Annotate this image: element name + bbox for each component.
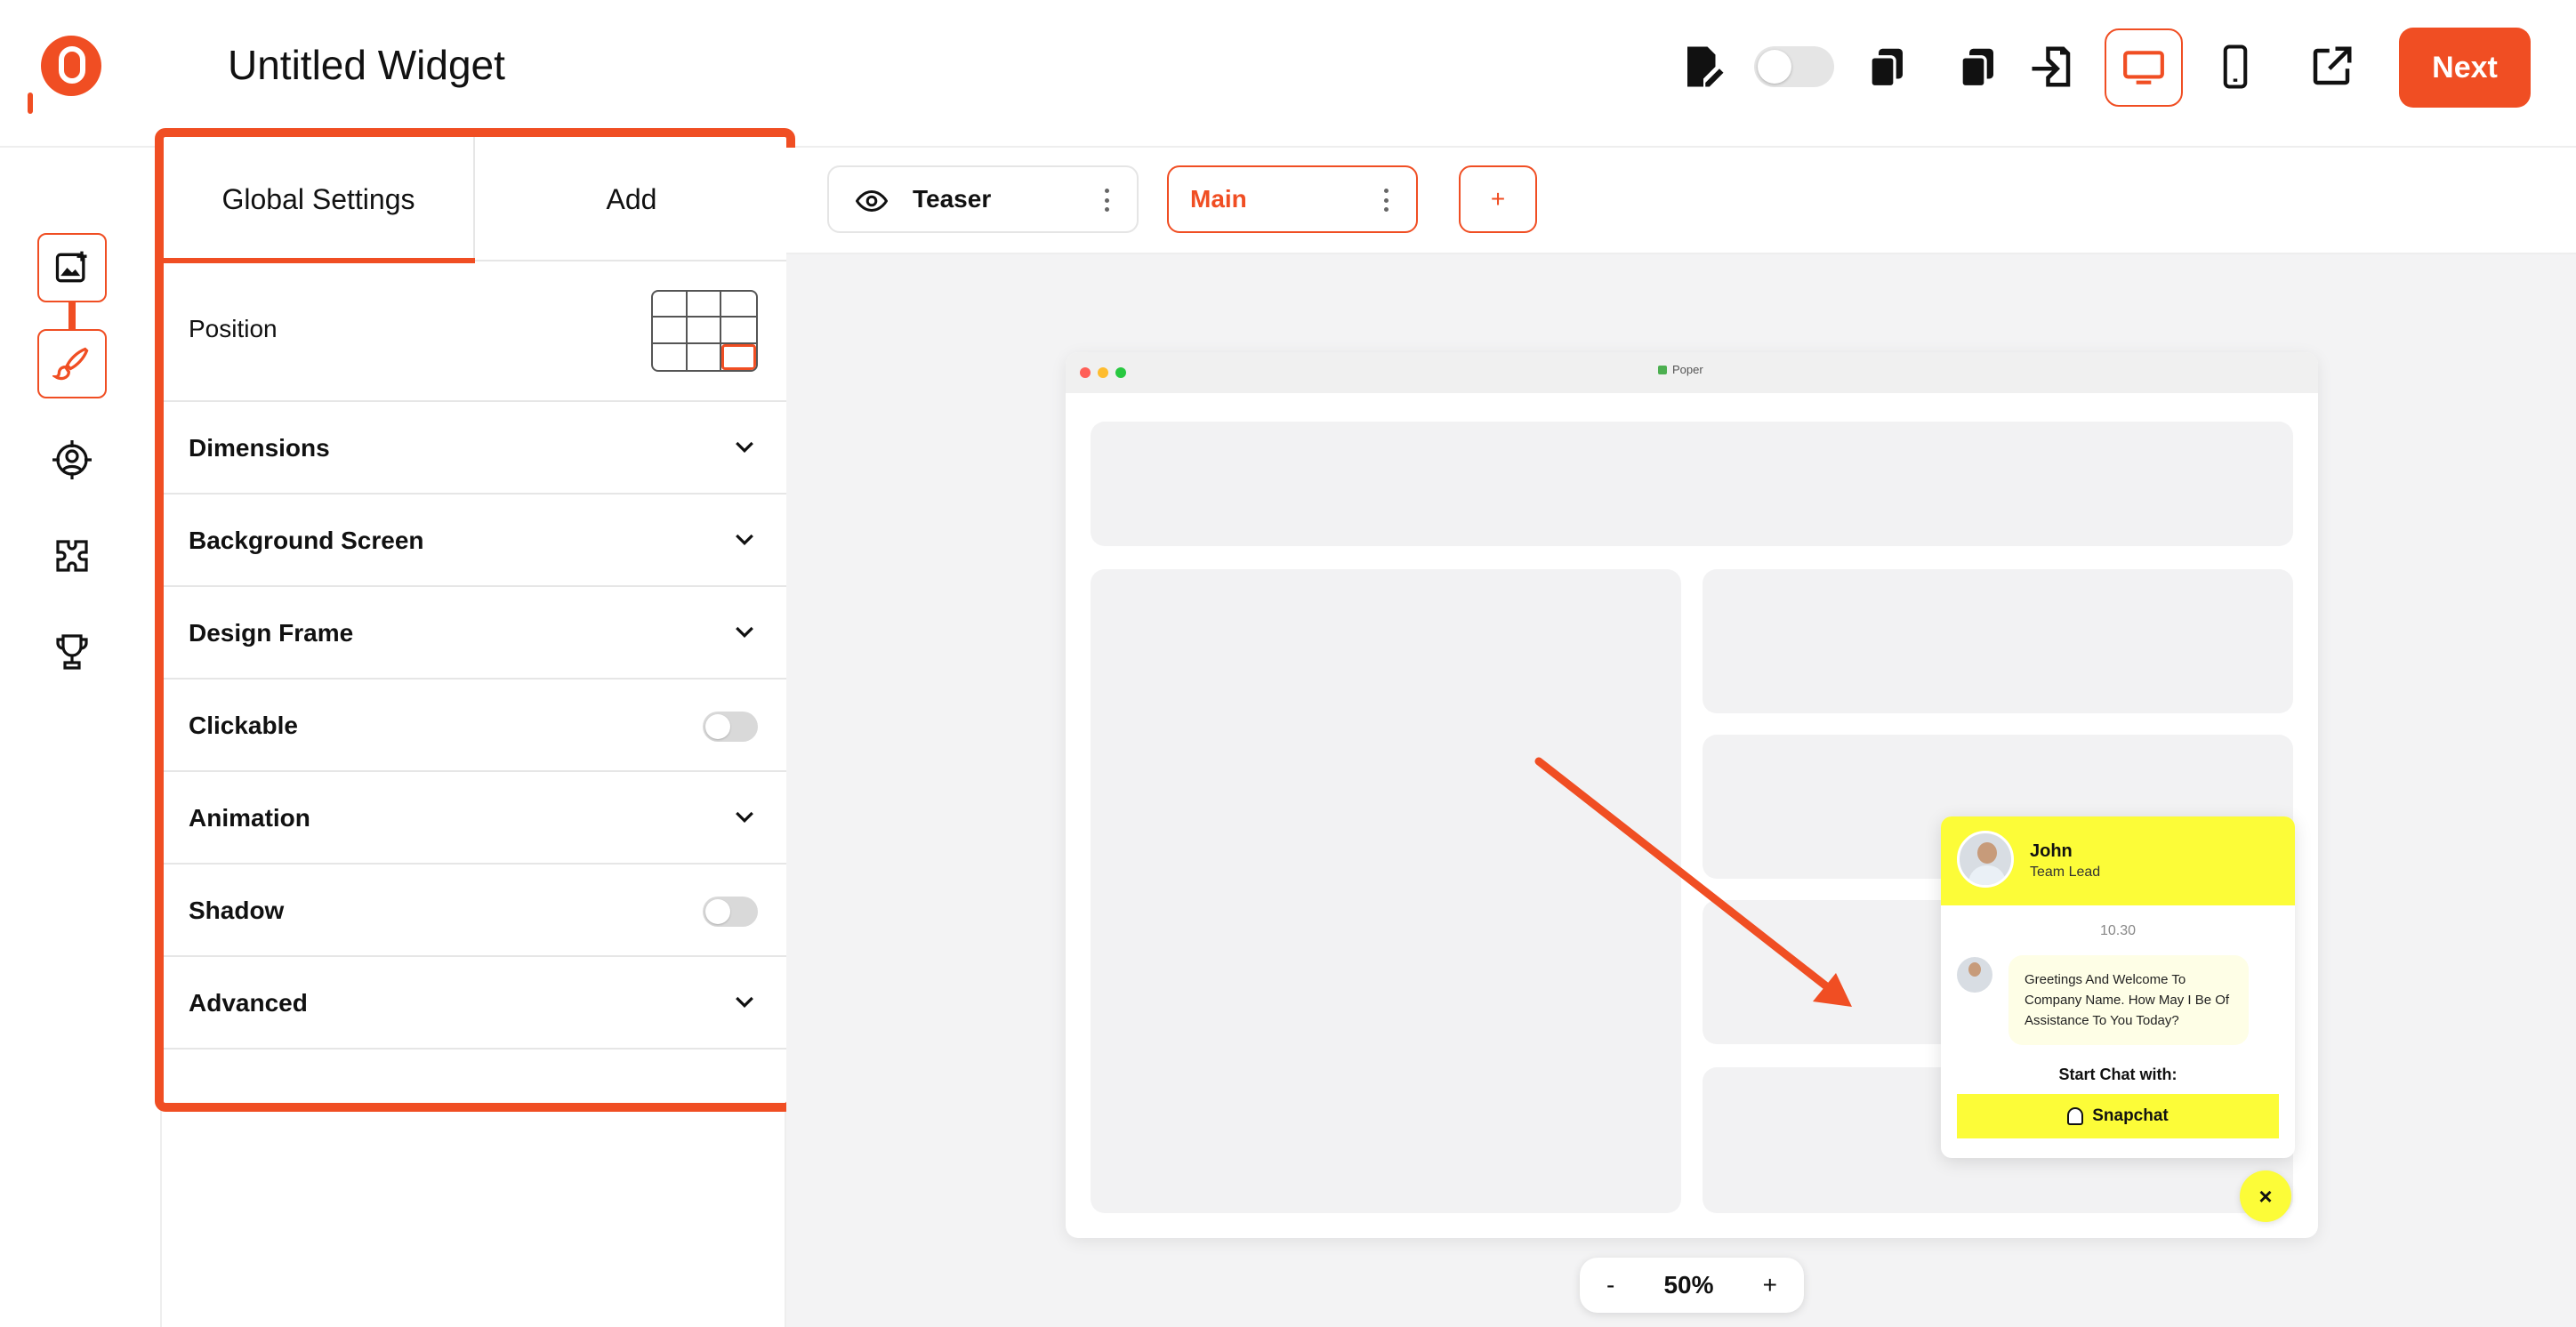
zoom-out-button[interactable]: - <box>1606 1271 1614 1299</box>
clickable-row: Clickable <box>164 680 786 772</box>
advanced-label: Advanced <box>189 989 308 1017</box>
start-chat-label: Start Chat with: <box>2058 1066 2178 1083</box>
clickable-label: Clickable <box>189 712 298 739</box>
avatar <box>1957 831 2014 888</box>
position-cell-selected[interactable] <box>721 343 756 370</box>
lock-icon <box>1658 365 1667 374</box>
zoom-level: 50% <box>1663 1271 1714 1299</box>
window-dot-red <box>1080 367 1091 378</box>
snapchat-button[interactable]: Snapchat <box>1957 1094 2279 1138</box>
shadow-row: Shadow <box>164 865 786 957</box>
position-cell[interactable] <box>687 318 722 344</box>
main-label: Main <box>1190 185 1247 213</box>
advanced-row[interactable]: Advanced <box>164 957 786 1050</box>
chevron-down-icon <box>736 811 753 824</box>
annotation-arrow <box>1534 757 1852 1007</box>
import-icon[interactable] <box>2021 36 2083 98</box>
background-screen-row[interactable]: Background Screen <box>164 495 786 587</box>
zoom-in-button[interactable]: + <box>1763 1271 1777 1299</box>
site-label: Poper <box>1672 363 1703 376</box>
screen-tab-main[interactable]: Main <box>1167 165 1418 233</box>
chevron-down-icon <box>736 441 753 454</box>
header-toggle[interactable] <box>1754 46 1834 87</box>
chevron-down-icon <box>736 996 753 1009</box>
agent-role: Team Lead <box>2030 865 2101 880</box>
position-row: Position <box>164 261 786 402</box>
settings-panel: Global Settings Add Position Dimensions … <box>155 128 795 1112</box>
puzzle-icon[interactable] <box>44 528 100 583</box>
chevron-down-icon <box>736 626 753 639</box>
duplicate-icon[interactable] <box>1946 36 2008 98</box>
browser-toolbar: Poper <box>1066 352 2318 393</box>
position-grid[interactable] <box>651 290 758 372</box>
tab-add[interactable]: Add <box>477 137 786 261</box>
chat-header: John Team Lead <box>1941 816 2295 905</box>
agent-name: John <box>2030 841 2073 861</box>
target-icon[interactable] <box>44 432 100 487</box>
snapchat-icon <box>2067 1107 2084 1125</box>
animation-label: Animation <box>189 804 310 832</box>
dimensions-label: Dimensions <box>189 434 330 462</box>
position-label: Position <box>189 315 278 342</box>
teaser-label: Teaser <box>913 185 992 213</box>
design-frame-row[interactable]: Design Frame <box>164 587 786 680</box>
position-cell[interactable] <box>721 318 756 344</box>
mobile-view-icon[interactable] <box>2204 36 2266 98</box>
edit-document-icon[interactable] <box>1672 36 1735 98</box>
brush-icon <box>52 347 89 381</box>
message-bubble: Greetings And Welcome To Company Name. H… <box>2008 955 2249 1045</box>
dimensions-row[interactable]: Dimensions <box>164 402 786 495</box>
chat-close-button[interactable]: × <box>2240 1170 2291 1222</box>
placeholder-block <box>1091 422 2293 546</box>
position-cell[interactable] <box>687 292 722 318</box>
eye-icon <box>856 189 888 213</box>
copy-icon[interactable] <box>1856 36 1918 98</box>
position-cell[interactable] <box>653 343 688 370</box>
tab-global-settings[interactable]: Global Settings <box>164 137 475 263</box>
zoom-control: - 50% + <box>1580 1258 1804 1313</box>
chevron-down-icon <box>736 534 753 546</box>
chat-widget[interactable]: John Team Lead 10.30 Greetings And Welco… <box>1941 816 2295 1158</box>
clickable-toggle[interactable] <box>703 712 758 742</box>
message-time: 10.30 <box>2099 923 2137 938</box>
kebab-menu-icon[interactable] <box>1105 189 1110 212</box>
external-link-icon[interactable] <box>2300 36 2363 98</box>
position-cell[interactable] <box>688 343 722 370</box>
panel-tabs: Global Settings Add <box>164 137 786 263</box>
position-cell[interactable] <box>653 292 688 318</box>
rail-design-button[interactable] <box>37 329 107 398</box>
shadow-toggle[interactable] <box>703 897 758 927</box>
desktop-icon <box>2123 51 2164 84</box>
logo-tail <box>28 92 33 114</box>
browser-url: Poper <box>1658 363 1703 376</box>
add-screen-button[interactable]: + <box>1459 165 1537 233</box>
design-frame-label: Design Frame <box>189 619 354 647</box>
snapchat-label: Snapchat <box>2092 1106 2169 1125</box>
avatar <box>1957 957 1992 993</box>
trophy-icon[interactable] <box>44 624 100 680</box>
window-dot-green <box>1115 367 1126 378</box>
kebab-menu-icon[interactable] <box>1384 189 1389 212</box>
placeholder-block <box>1703 569 2293 713</box>
window-dot-yellow <box>1098 367 1108 378</box>
position-cell[interactable] <box>721 292 756 318</box>
background-screen-label: Background Screen <box>189 527 424 554</box>
screen-tab-teaser[interactable]: Teaser <box>827 165 1139 233</box>
image-add-icon <box>55 251 87 283</box>
position-cell[interactable] <box>653 318 688 344</box>
animation-row[interactable]: Animation <box>164 772 786 865</box>
poper-logo[interactable] <box>41 36 101 96</box>
next-button[interactable]: Next <box>2399 28 2531 108</box>
shadow-label: Shadow <box>189 897 285 924</box>
rail-connector <box>68 302 76 331</box>
widget-title[interactable]: Untitled Widget <box>228 41 505 89</box>
rail-image-button[interactable] <box>37 233 107 302</box>
desktop-view-button[interactable] <box>2105 28 2183 107</box>
